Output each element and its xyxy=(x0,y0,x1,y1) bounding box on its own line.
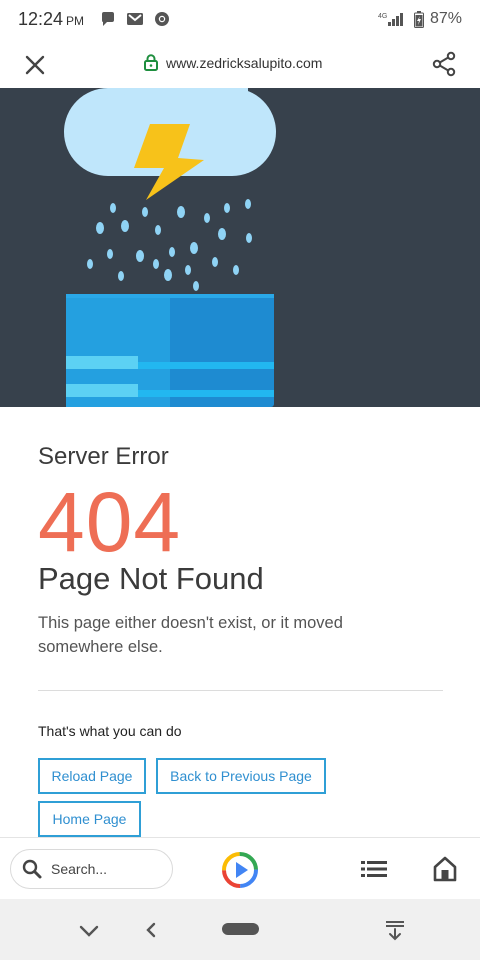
server-error-label: Server Error xyxy=(38,443,169,470)
hero-illustration xyxy=(0,88,480,407)
chevron-down-icon[interactable] xyxy=(78,923,100,939)
browser-top-bar: www.zedricksalupito.com xyxy=(0,40,480,88)
play-icon[interactable] xyxy=(220,850,260,890)
options-heading: That's what you can do xyxy=(38,723,182,739)
error-description: This page either doesn't exist, or it mo… xyxy=(38,614,343,656)
back-icon[interactable] xyxy=(144,921,158,939)
search-icon xyxy=(22,859,42,879)
signal-4g-icon: 4G xyxy=(378,13,403,26)
address-bar[interactable]: www.zedricksalupito.com xyxy=(144,54,322,71)
lock-icon xyxy=(144,54,158,71)
close-icon[interactable] xyxy=(22,52,48,78)
system-navigation-bar xyxy=(0,899,480,960)
server-box xyxy=(66,294,274,407)
browser-bottom-toolbar: Search... xyxy=(0,837,480,899)
back-to-previous-page-button[interactable]: Back to Previous Page xyxy=(156,758,326,794)
url-text: www.zedricksalupito.com xyxy=(166,54,323,71)
home-pill[interactable] xyxy=(222,923,259,935)
status-time-value: 12:24 xyxy=(18,9,64,29)
rain-drops xyxy=(87,199,252,291)
share-icon[interactable] xyxy=(430,50,458,78)
reload-page-button[interactable]: Reload Page xyxy=(38,758,146,794)
gmail-icon xyxy=(127,13,143,25)
page-title: Page Not Found xyxy=(38,561,264,596)
storm-server-illustration xyxy=(64,88,276,407)
divider xyxy=(38,690,443,691)
search-input[interactable]: Search... xyxy=(10,849,173,889)
home-page-button[interactable]: Home Page xyxy=(38,801,141,837)
search-placeholder: Search... xyxy=(51,861,108,877)
keyboard-hide-icon[interactable] xyxy=(384,919,406,941)
battery-percentage: 87% xyxy=(429,10,462,27)
notification-icons xyxy=(100,11,170,27)
status-time-ampm: PM xyxy=(66,14,85,28)
status-time: 12:24 PM xyxy=(18,9,84,30)
chrome-icon xyxy=(155,12,169,26)
system-icons: 4G 87% xyxy=(378,10,462,28)
status-bar: 12:24 PM 4G 87% xyxy=(0,0,480,40)
list-icon[interactable] xyxy=(360,858,388,880)
error-code: 404 xyxy=(38,475,182,569)
chat-bubble-icon xyxy=(102,12,114,26)
battery-charging-icon xyxy=(413,10,424,28)
home-icon[interactable] xyxy=(432,855,458,883)
network-label: 4G xyxy=(378,13,387,20)
